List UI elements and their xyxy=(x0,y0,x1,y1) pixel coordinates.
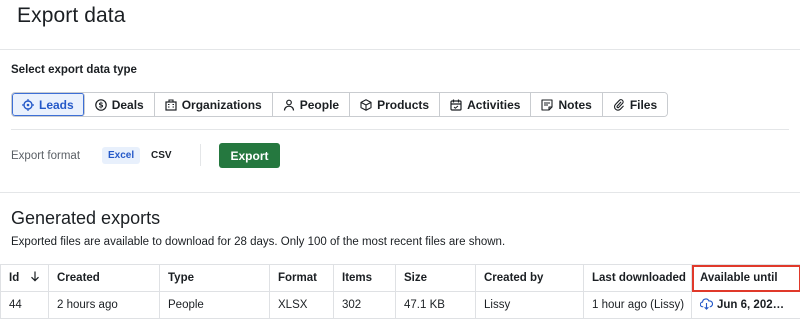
export-button[interactable]: Export xyxy=(219,143,280,168)
tab-label: People xyxy=(299,97,340,112)
column-header-size[interactable]: Size xyxy=(395,264,476,292)
tab-organizations[interactable]: Organizations xyxy=(154,93,273,116)
page-title: Export data xyxy=(17,4,126,27)
format-option-csv[interactable]: CSV xyxy=(145,147,178,164)
paperclip-icon xyxy=(613,98,625,111)
column-header-created[interactable]: Created xyxy=(48,264,160,292)
tab-notes[interactable]: Notes xyxy=(531,93,603,116)
column-label: Id xyxy=(9,272,20,284)
tab-leads[interactable]: Leads xyxy=(12,93,85,116)
table-header-row: Id Created Type Format Items Size Create… xyxy=(0,264,800,292)
export-format-label: Export format xyxy=(11,150,81,162)
column-header-created-by[interactable]: Created by xyxy=(475,264,584,292)
svg-text:$: $ xyxy=(98,100,103,109)
target-icon xyxy=(22,98,34,111)
tab-people[interactable]: People xyxy=(272,93,351,116)
note-icon xyxy=(541,98,554,111)
inner-divider xyxy=(11,129,789,130)
tab-label: Organizations xyxy=(181,97,262,112)
tab-products[interactable]: Products xyxy=(350,93,441,116)
format-option-excel[interactable]: Excel xyxy=(102,147,141,164)
column-header-items[interactable]: Items xyxy=(333,264,396,292)
cell-last-downloaded: 1 hour ago (Lissy) xyxy=(583,291,692,319)
column-header-type[interactable]: Type xyxy=(159,264,270,292)
generated-exports-title: Generated exports xyxy=(11,208,161,228)
building-icon xyxy=(165,98,177,111)
column-header-id[interactable]: Id xyxy=(0,264,49,292)
column-header-last-downloaded[interactable]: Last downloaded xyxy=(583,264,692,292)
person-icon xyxy=(283,99,295,111)
calendar-icon xyxy=(450,99,462,111)
cloud-download-icon[interactable] xyxy=(699,297,714,313)
tab-label: Deals xyxy=(111,97,144,112)
section-divider xyxy=(0,192,800,193)
cell-created-by: Lissy xyxy=(475,291,584,319)
export-type-tabs: Leads $ Deals Organizations People Produ… xyxy=(11,92,669,117)
cell-created: 2 hours ago xyxy=(48,291,160,319)
column-header-available-until[interactable]: Available until xyxy=(691,264,800,292)
exports-table: Id Created Type Format Items Size Create… xyxy=(0,264,800,319)
tab-files[interactable]: Files xyxy=(602,93,668,116)
dollar-icon: $ xyxy=(94,98,107,111)
cell-available-until: Jun 6, 202… xyxy=(691,291,800,319)
tab-label: Files xyxy=(629,97,658,112)
format-separator xyxy=(200,144,201,166)
cell-type: People xyxy=(159,291,270,319)
sort-arrow-down-icon[interactable] xyxy=(30,271,40,285)
cell-format: XLSX xyxy=(269,291,334,319)
tab-label: Activities xyxy=(467,97,521,112)
table-row: 44 2 hours ago People XLSX 302 47.1 KB L… xyxy=(0,291,800,319)
download-link[interactable]: Jun 6, 202… xyxy=(717,299,784,311)
tab-activities[interactable]: Activities xyxy=(440,93,532,116)
tab-label: Leads xyxy=(39,97,74,112)
tab-deals[interactable]: $ Deals xyxy=(84,93,155,116)
generated-exports-description: Exported files are available to download… xyxy=(11,236,506,248)
export-type-label: Select export data type xyxy=(11,64,137,76)
box-icon xyxy=(360,98,372,111)
tab-label: Notes xyxy=(558,97,592,112)
column-header-format[interactable]: Format xyxy=(269,264,334,292)
cell-id: 44 xyxy=(0,291,49,319)
cell-size: 47.1 KB xyxy=(395,291,476,319)
cell-items: 302 xyxy=(333,291,396,319)
header-divider xyxy=(0,49,800,50)
tab-label: Products xyxy=(377,97,430,112)
